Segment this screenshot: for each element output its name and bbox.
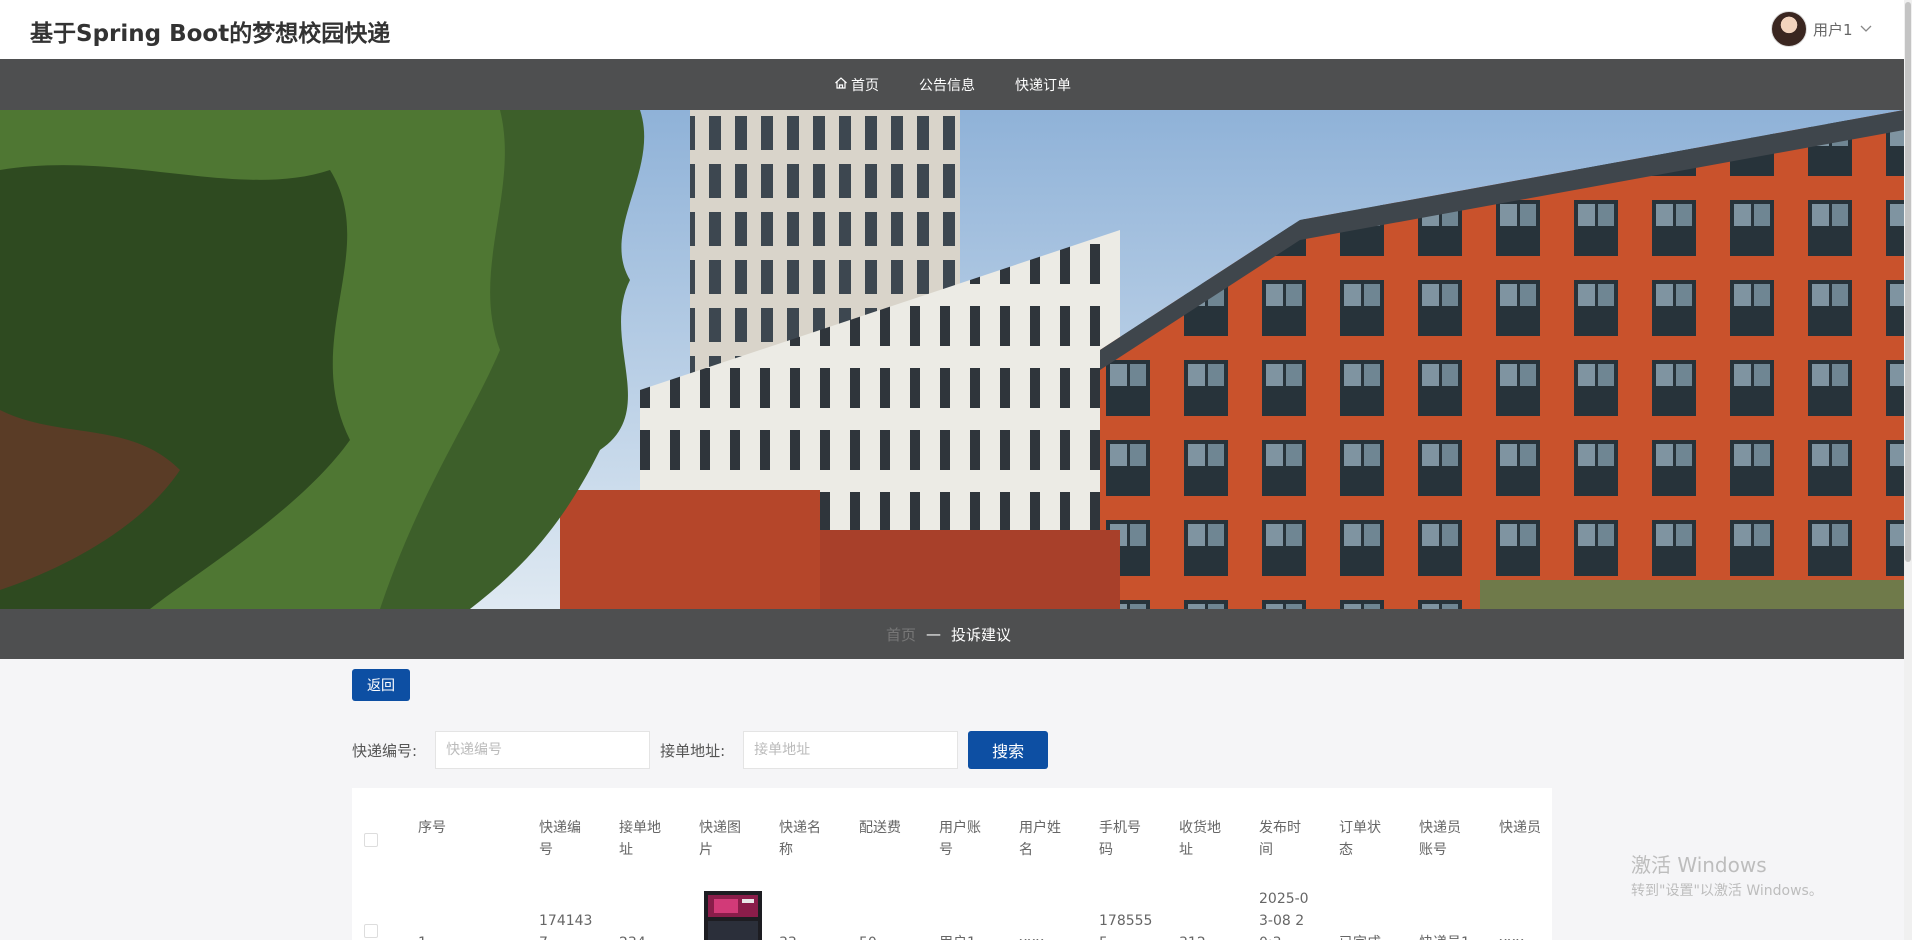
- cell-courier: xxx: [1499, 932, 1552, 940]
- watermark-subtitle: 转到"设置"以激活 Windows。: [1631, 883, 1823, 899]
- column-header: 手机号码: [1099, 820, 1141, 858]
- express-no-label: 快递编号:: [352, 741, 418, 760]
- column-header: 收货地址: [1179, 820, 1221, 858]
- column-header: 快递员账号: [1419, 820, 1461, 858]
- row-checkbox[interactable]: [364, 924, 378, 938]
- cell-fee: 50: [859, 932, 919, 940]
- cell-phone: 1785555: [1099, 913, 1153, 940]
- chevron-down-icon: [1859, 22, 1873, 36]
- cell-address: 234: [619, 932, 679, 940]
- nav-item-label: 快递订单: [1015, 77, 1071, 94]
- column-header: 用户姓名: [1019, 820, 1061, 858]
- table-header: 序号 快递编号 接单地址 快递图片 快递名称 配送费 用户账号 用户姓名 手机号…: [352, 788, 1552, 892]
- orders-table: 序号 快递编号 接单地址 快递图片 快递名称 配送费 用户账号 用户姓名 手机号…: [352, 788, 1552, 940]
- page-scrollbar[interactable]: [1904, 0, 1912, 940]
- search-button[interactable]: 搜索: [968, 731, 1049, 769]
- breadcrumb: 首页 — 投诉建议: [886, 609, 1011, 659]
- cell-express-no: 1741437: [539, 913, 593, 940]
- user-menu[interactable]: 用户1: [1771, 11, 1873, 47]
- cell-courier-account: 快递员1: [1419, 932, 1479, 940]
- search-form: 快递编号: 接单地址: 搜索: [352, 730, 1049, 770]
- cell-index: 1: [418, 932, 478, 940]
- select-all-checkbox[interactable]: [364, 833, 378, 847]
- nav-item-orders[interactable]: 快递订单: [1015, 75, 1071, 95]
- watermark-title: 激活 Windows: [1631, 853, 1767, 877]
- column-header: 用户账号: [939, 820, 981, 858]
- breadcrumb-home[interactable]: 首页: [886, 624, 916, 645]
- avatar: [1771, 11, 1807, 47]
- cell-name: 33: [779, 932, 839, 940]
- page: 基于Spring Boot的梦想校园快递 用户1 首页 公告信息 快递订单 首页…: [0, 0, 1912, 940]
- column-header: 快递图片: [699, 820, 741, 858]
- nav-item-notices[interactable]: 公告信息: [919, 75, 975, 95]
- table-row[interactable]: 1 1741437 234 33 50 用户1 xxx 1785555 312 …: [352, 891, 1552, 940]
- main-nav: 首页 公告信息 快递订单: [0, 59, 1904, 110]
- column-header: 接单地址: [619, 820, 661, 858]
- column-header: 订单状态: [1339, 820, 1381, 858]
- address-input[interactable]: [743, 731, 959, 769]
- product-image: [702, 887, 764, 940]
- nav-item-label: 公告信息: [919, 77, 975, 94]
- breadcrumb-separator: —: [926, 625, 942, 643]
- user-name: 用户1: [1813, 20, 1853, 39]
- scrollbar-thumb[interactable]: [1905, 2, 1911, 562]
- cell-user-name: xxx: [1019, 932, 1079, 940]
- top-header: 基于Spring Boot的梦想校园快递 用户1: [0, 0, 1904, 59]
- express-no-input[interactable]: [435, 731, 651, 769]
- cell-publish-time: 2025-03-08 20:3: [1259, 891, 1309, 940]
- column-header: 快递员: [1499, 820, 1541, 836]
- address-label: 接单地址:: [660, 741, 726, 760]
- column-header: 发布时间: [1259, 820, 1301, 858]
- home-icon: [834, 76, 851, 94]
- breadcrumb-bar: 首页 — 投诉建议: [0, 609, 1904, 659]
- site-title: 基于Spring Boot的梦想校园快递: [30, 21, 391, 47]
- back-button[interactable]: 返回: [352, 669, 410, 701]
- column-header: 快递名称: [779, 820, 821, 858]
- nav-item-label: 首页: [851, 77, 879, 94]
- breadcrumb-current: 投诉建议: [951, 625, 1012, 644]
- windows-watermark: 激活 Windows 转到"设置"以激活 Windows。: [1631, 849, 1823, 900]
- nav-item-home[interactable]: 首页: [834, 75, 879, 95]
- cell-user-account: 用户1: [939, 932, 999, 940]
- column-header: 快递编号: [539, 820, 581, 858]
- column-header: 配送费: [859, 820, 901, 836]
- cell-status: 已完成: [1339, 932, 1399, 940]
- cell-delivery-address: 312: [1179, 932, 1239, 940]
- banner-image: [0, 110, 1904, 609]
- column-header: 序号: [418, 820, 446, 836]
